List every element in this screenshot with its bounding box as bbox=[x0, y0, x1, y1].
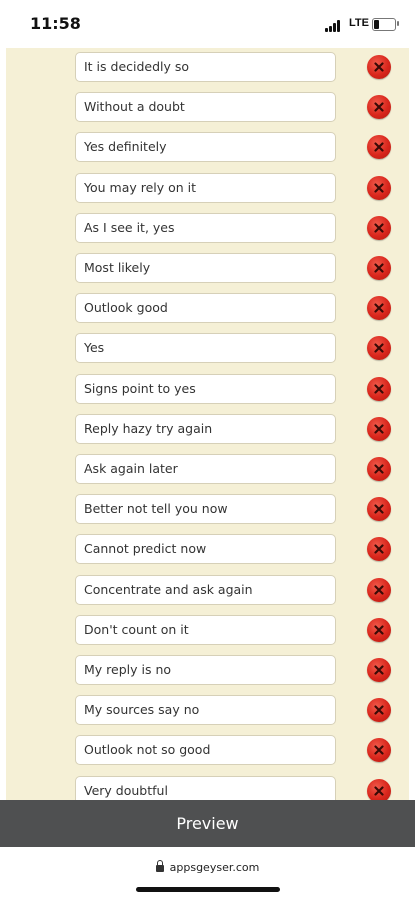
signal-icon bbox=[325, 20, 343, 32]
answer-row: Better not tell you now bbox=[6, 494, 409, 530]
delete-answer-button[interactable] bbox=[367, 617, 391, 642]
answer-input[interactable]: Cannot predict now bbox=[75, 534, 336, 565]
status-time: 11:58 bbox=[30, 14, 81, 33]
delete-answer-button[interactable] bbox=[367, 658, 391, 682]
status-bar: 11:58 LTE bbox=[0, 0, 415, 48]
answer-row: Outlook good bbox=[6, 293, 409, 329]
answer-row: Signs point to yes bbox=[6, 373, 409, 410]
preview-button[interactable]: Preview bbox=[0, 800, 415, 847]
answer-input[interactable]: You may rely on it bbox=[75, 172, 336, 203]
answer-input[interactable]: Yes bbox=[75, 333, 336, 364]
answer-input[interactable]: My sources say no bbox=[75, 695, 336, 726]
answer-input[interactable]: My reply is no bbox=[75, 655, 336, 685]
close-icon bbox=[374, 182, 384, 193]
answer-row: Don't count on it bbox=[6, 614, 409, 651]
answer-row: It is decidedly so bbox=[6, 52, 409, 88]
close-icon bbox=[374, 303, 384, 313]
answer-row: My reply is no bbox=[6, 655, 409, 691]
answer-row: Reply hazy try again bbox=[6, 413, 409, 450]
answer-input[interactable]: Concentrate and ask again bbox=[75, 574, 336, 605]
delete-answer-button[interactable] bbox=[367, 537, 391, 562]
answer-row: Without a doubt bbox=[6, 92, 409, 128]
close-icon bbox=[374, 142, 384, 152]
delete-answer-button[interactable] bbox=[367, 738, 391, 763]
answer-input[interactable]: Ask again later bbox=[75, 454, 336, 484]
close-icon bbox=[374, 584, 384, 595]
delete-answer-button[interactable] bbox=[367, 577, 391, 602]
delete-answer-button[interactable] bbox=[367, 376, 391, 401]
answer-row: As I see it, yes bbox=[6, 212, 409, 249]
answer-input[interactable]: As I see it, yes bbox=[75, 212, 336, 243]
answer-input[interactable]: Without a doubt bbox=[75, 92, 336, 123]
delete-answer-button[interactable] bbox=[367, 55, 391, 79]
answer-input[interactable]: Yes definitely bbox=[75, 132, 336, 163]
close-icon bbox=[374, 785, 384, 796]
answer-row: Ask again later bbox=[6, 454, 409, 490]
answer-input[interactable]: Signs point to yes bbox=[75, 373, 336, 404]
delete-answer-button[interactable] bbox=[367, 698, 391, 723]
answer-row: Cannot predict now bbox=[6, 534, 409, 570]
answer-input[interactable]: Don't count on it bbox=[75, 614, 336, 645]
answer-input[interactable]: Reply hazy try again bbox=[75, 413, 336, 444]
answer-row: Most likely bbox=[6, 253, 409, 289]
url-bar[interactable]: appsgeyser.com bbox=[0, 860, 415, 874]
answer-input[interactable]: Most likely bbox=[75, 253, 336, 283]
answer-row: Yes definitely bbox=[6, 132, 409, 168]
answer-list[interactable]: It is decidedly so Without a doubt Yes def… bbox=[6, 48, 409, 800]
delete-answer-button[interactable] bbox=[367, 135, 391, 160]
network-label: LTE bbox=[349, 17, 369, 29]
answer-input[interactable]: Outlook good bbox=[75, 293, 336, 324]
close-icon bbox=[374, 544, 384, 554]
answer-input[interactable]: It is decidedly so bbox=[75, 52, 336, 82]
close-icon bbox=[374, 383, 384, 394]
battery-icon bbox=[372, 18, 396, 31]
close-icon bbox=[374, 343, 384, 353]
delete-answer-button[interactable] bbox=[367, 497, 391, 522]
close-icon bbox=[374, 223, 384, 233]
url-text: appsgeyser.com bbox=[169, 861, 260, 874]
close-icon bbox=[374, 745, 384, 755]
delete-answer-button[interactable] bbox=[367, 215, 391, 240]
delete-answer-button[interactable] bbox=[367, 336, 391, 361]
answer-row: My sources say no bbox=[6, 695, 409, 731]
home-indicator[interactable] bbox=[136, 887, 280, 892]
delete-answer-button[interactable] bbox=[367, 778, 391, 800]
answer-row: You may rely on it bbox=[6, 172, 409, 209]
close-icon bbox=[374, 263, 384, 273]
answer-row: Very doubtful bbox=[6, 775, 409, 800]
answer-input[interactable]: Better not tell you now bbox=[75, 494, 336, 525]
answer-input[interactable]: Very doubtful bbox=[75, 775, 336, 800]
delete-answer-button[interactable] bbox=[367, 95, 391, 120]
close-icon bbox=[374, 102, 384, 112]
answer-row: Yes bbox=[6, 333, 409, 369]
delete-answer-button[interactable] bbox=[367, 175, 391, 200]
browser-bottom-bar: appsgeyser.com bbox=[0, 847, 415, 900]
close-icon bbox=[374, 464, 384, 474]
battery-cap bbox=[397, 21, 399, 26]
close-icon bbox=[374, 62, 384, 72]
close-icon bbox=[374, 504, 384, 514]
delete-answer-button[interactable] bbox=[367, 416, 391, 441]
delete-answer-button[interactable] bbox=[367, 457, 391, 481]
lock-icon bbox=[155, 860, 164, 872]
answer-row: Outlook not so good bbox=[6, 735, 409, 771]
answer-row: Concentrate and ask again bbox=[6, 574, 409, 611]
answer-input[interactable]: Outlook not so good bbox=[75, 735, 336, 766]
delete-answer-button[interactable] bbox=[367, 296, 391, 321]
close-icon bbox=[374, 705, 384, 715]
close-icon bbox=[374, 665, 384, 675]
delete-answer-button[interactable] bbox=[367, 256, 391, 280]
close-icon bbox=[374, 625, 384, 635]
close-icon bbox=[374, 424, 384, 434]
